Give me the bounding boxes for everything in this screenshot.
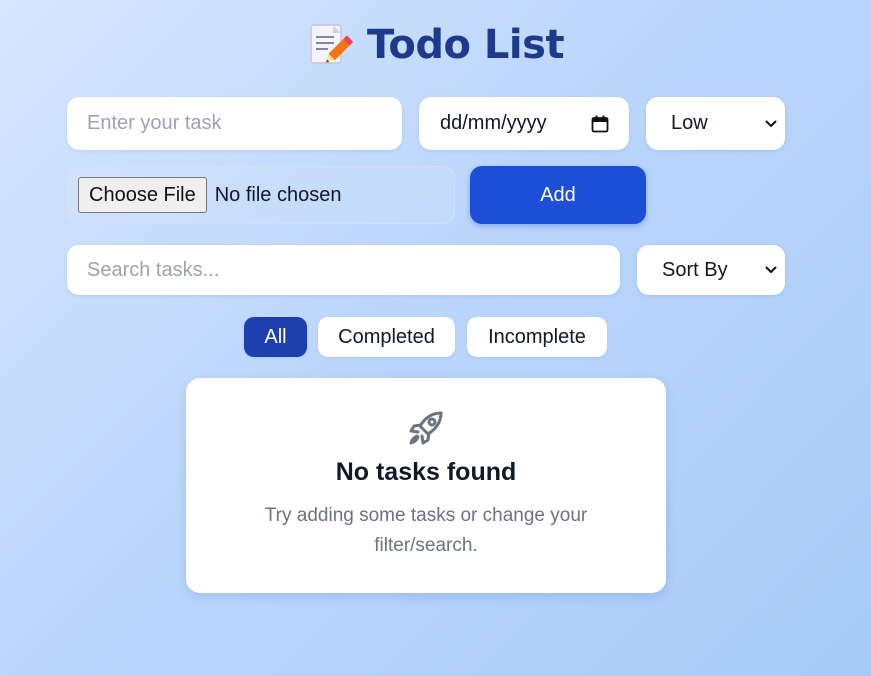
due-date-input[interactable]: dd/mm/yyyy: [419, 97, 629, 150]
page-title: Todo List: [366, 22, 565, 68]
priority-selected: Low: [671, 112, 708, 134]
chevron-down-icon: [765, 266, 777, 273]
filter-completed-button[interactable]: Completed: [318, 317, 455, 357]
chevron-down-icon: [765, 120, 777, 127]
empty-state-title: No tasks found: [335, 458, 517, 486]
add-button[interactable]: Add: [470, 166, 646, 224]
empty-state-card: No tasks found Try adding some tasks or …: [186, 378, 666, 593]
sort-select[interactable]: Sort By: [637, 245, 785, 295]
sort-selected: Sort By: [662, 258, 728, 281]
file-upload: Choose File No file chosen: [66, 166, 455, 224]
priority-select[interactable]: Low: [646, 97, 785, 150]
task-input-placeholder: Enter your task: [87, 112, 222, 134]
filter-incomplete-button[interactable]: Incomplete: [467, 317, 607, 357]
date-placeholder: dd/mm/yyyy: [440, 112, 547, 134]
calendar-icon[interactable]: [591, 115, 609, 133]
memo-icon: [310, 24, 353, 64]
choose-file-button[interactable]: Choose File: [78, 177, 207, 213]
app-header: Todo List: [0, 18, 871, 72]
file-status: No file chosen: [214, 183, 342, 206]
filter-all-button[interactable]: All: [244, 317, 307, 357]
search-input[interactable]: Search tasks...: [67, 245, 620, 295]
search-placeholder: Search tasks...: [87, 258, 220, 281]
task-input[interactable]: Enter your task: [67, 97, 402, 150]
empty-state-message: Try adding some tasks or change your fil…: [264, 505, 588, 556]
rocket-icon: [409, 411, 443, 445]
